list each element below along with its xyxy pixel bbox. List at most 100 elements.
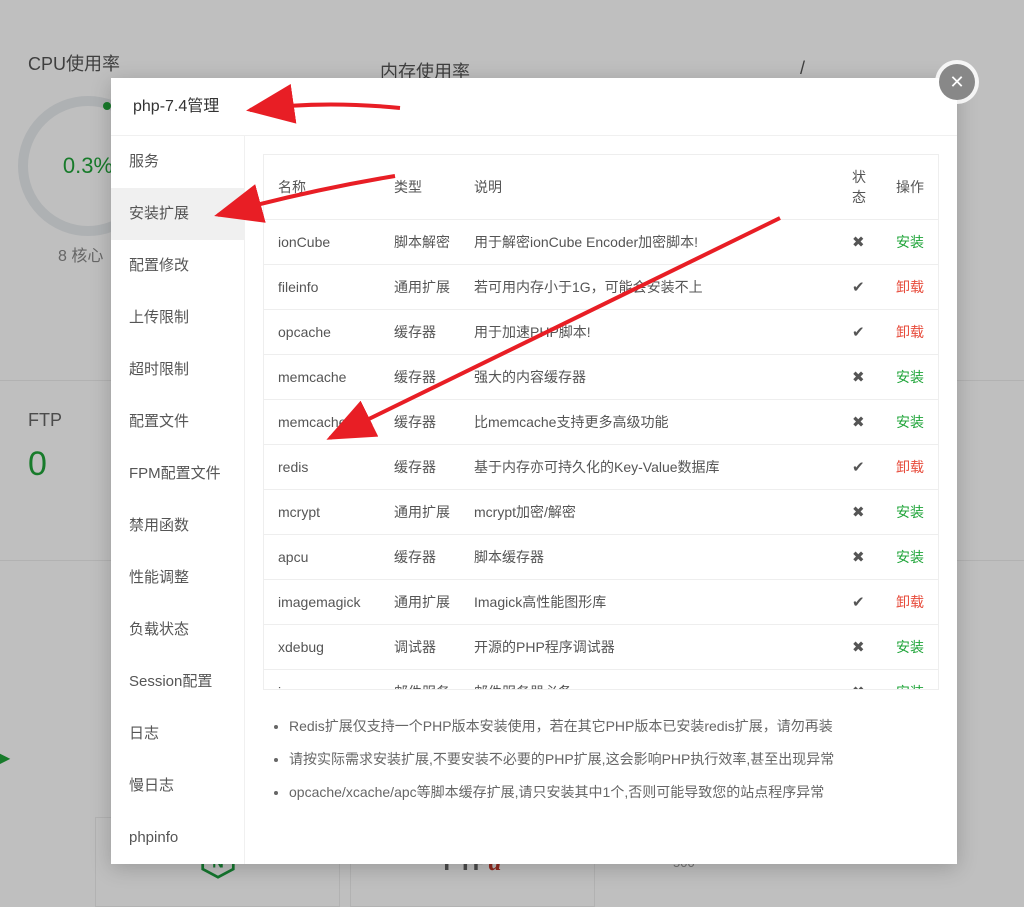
ext-op: 卸载 [886, 265, 938, 310]
ext-desc: 基于内存亦可持久化的Key-Value数据库 [464, 445, 842, 490]
cross-icon: ✖ [852, 639, 865, 656]
uninstall-button[interactable]: 卸载 [896, 459, 924, 475]
ext-op: 卸载 [886, 580, 938, 625]
th-type: 类型 [384, 155, 464, 220]
ext-type: 通用扩展 [384, 490, 464, 535]
ext-name: imagemagick [264, 580, 384, 625]
notes-list: Redis扩展仅支持一个PHP版本安装使用，若在其它PHP版本已安装redis扩… [263, 716, 939, 803]
install-button[interactable]: 安装 [896, 684, 924, 690]
nav-item[interactable]: 慢日志 [111, 760, 244, 812]
ext-status: ✖ [842, 670, 886, 691]
ext-name: xdebug [264, 625, 384, 670]
ext-name: fileinfo [264, 265, 384, 310]
check-icon: ✔ [852, 459, 865, 476]
ext-name: opcache [264, 310, 384, 355]
table-row: opcache缓存器用于加速PHP脚本! ✔ 卸载 [264, 310, 938, 355]
nav-item[interactable]: Session配置 [111, 656, 244, 708]
ext-name: apcu [264, 535, 384, 580]
nav-item[interactable]: 上传限制 [111, 292, 244, 344]
install-button[interactable]: 安装 [896, 504, 924, 520]
modal-title: php-7.4管理 [111, 78, 957, 136]
ext-desc: 若可用内存小于1G，可能会安装不上 [464, 265, 842, 310]
ext-op: 安装 [886, 400, 938, 445]
nav-item[interactable]: 超时限制 [111, 344, 244, 396]
ext-desc: 邮件服务器必备 [464, 670, 842, 691]
ext-status: ✖ [842, 490, 886, 535]
table-row: memcached缓存器比memcache支持更多高级功能 ✖ 安装 [264, 400, 938, 445]
install-button[interactable]: 安装 [896, 639, 924, 655]
ext-type: 缓存器 [384, 355, 464, 400]
ext-op: 安装 [886, 490, 938, 535]
ext-status: ✔ [842, 265, 886, 310]
check-icon: ✔ [852, 279, 865, 296]
ext-name: redis [264, 445, 384, 490]
th-name: 名称 [264, 155, 384, 220]
ext-op: 安装 [886, 355, 938, 400]
nav-item[interactable]: 安装扩展 [111, 188, 244, 240]
uninstall-button[interactable]: 卸载 [896, 324, 924, 340]
close-button[interactable]: ✕ [939, 64, 975, 100]
table-row: memcache缓存器强大的内容缓存器✖ 安装 [264, 355, 938, 400]
install-button[interactable]: 安装 [896, 369, 924, 385]
check-icon: ✔ [852, 324, 865, 341]
ext-desc: 强大的内容缓存器 [464, 355, 842, 400]
ext-desc: mcrypt加密/解密 [464, 490, 842, 535]
ext-status: ✖ [842, 535, 886, 580]
nav-item[interactable]: 性能调整 [111, 552, 244, 604]
table-row: fileinfo通用扩展若可用内存小于1G，可能会安装不上 ✔ 卸载 [264, 265, 938, 310]
nav-item[interactable]: 服务 [111, 136, 244, 188]
nav-item[interactable]: 配置修改 [111, 240, 244, 292]
ext-status: ✖ [842, 355, 886, 400]
install-button[interactable]: 安装 [896, 549, 924, 565]
cross-icon: ✖ [852, 504, 865, 521]
install-button[interactable]: 安装 [896, 234, 924, 250]
table-row: mcrypt通用扩展mcrypt加密/解密 ✖ 安装 [264, 490, 938, 535]
ext-op: 安装 [886, 625, 938, 670]
ext-type: 缓存器 [384, 400, 464, 445]
table-row: redis缓存器基于内存亦可持久化的Key-Value数据库 ✔ 卸载 [264, 445, 938, 490]
ext-name: imap [264, 670, 384, 691]
cross-icon: ✖ [852, 414, 865, 431]
ext-type: 通用扩展 [384, 265, 464, 310]
nav-item[interactable]: 日志 [111, 708, 244, 760]
php-manage-modal: ✕ php-7.4管理 服务安装扩展配置修改上传限制超时限制配置文件FPM配置文… [111, 78, 957, 864]
ext-desc: 用于加速PHP脚本! [464, 310, 842, 355]
ext-type: 调试器 [384, 625, 464, 670]
th-desc: 说明 [464, 155, 842, 220]
ext-type: 缓存器 [384, 310, 464, 355]
ext-name: mcrypt [264, 490, 384, 535]
nav-item[interactable]: phpinfo [111, 812, 244, 864]
ext-op: 卸载 [886, 310, 938, 355]
ext-name: memcache [264, 355, 384, 400]
uninstall-button[interactable]: 卸载 [896, 279, 924, 295]
check-icon: ✔ [852, 594, 865, 611]
ext-op: 安装 [886, 670, 938, 691]
extensions-table: 名称 类型 说明 状态 操作 ionCube脚本解密用于解密ionCube En… [264, 155, 938, 690]
modal-side-nav: 服务安装扩展配置修改上传限制超时限制配置文件FPM配置文件禁用函数性能调整负载状… [111, 136, 245, 864]
ext-status: ✔ [842, 580, 886, 625]
ext-status: ✖ [842, 625, 886, 670]
uninstall-button[interactable]: 卸载 [896, 594, 924, 610]
close-icon: ✕ [949, 72, 964, 93]
ext-status: ✔ [842, 445, 886, 490]
nav-item[interactable]: 负载状态 [111, 604, 244, 656]
ext-name: ionCube [264, 220, 384, 265]
install-button[interactable]: 安装 [896, 414, 924, 430]
ext-type: 缓存器 [384, 445, 464, 490]
table-row: imagemagick通用扩展Imagick高性能图形库✔卸载 [264, 580, 938, 625]
ext-name: memcached [264, 400, 384, 445]
extensions-table-wrapper[interactable]: 名称 类型 说明 状态 操作 ionCube脚本解密用于解密ionCube En… [263, 154, 939, 690]
nav-item[interactable]: FPM配置文件 [111, 448, 244, 500]
ext-type: 缓存器 [384, 535, 464, 580]
ext-status: ✖ [842, 400, 886, 445]
nav-item[interactable]: 禁用函数 [111, 500, 244, 552]
table-row: imap邮件服务邮件服务器必备✖安装 [264, 670, 938, 691]
ext-desc: 开源的PHP程序调试器 [464, 625, 842, 670]
ext-desc: 比memcache支持更多高级功能 [464, 400, 842, 445]
nav-item[interactable]: 配置文件 [111, 396, 244, 448]
ext-op: 安装 [886, 220, 938, 265]
th-op: 操作 [886, 155, 938, 220]
ext-type: 脚本解密 [384, 220, 464, 265]
cross-icon: ✖ [852, 684, 865, 690]
table-row: apcu缓存器脚本缓存器✖安装 [264, 535, 938, 580]
